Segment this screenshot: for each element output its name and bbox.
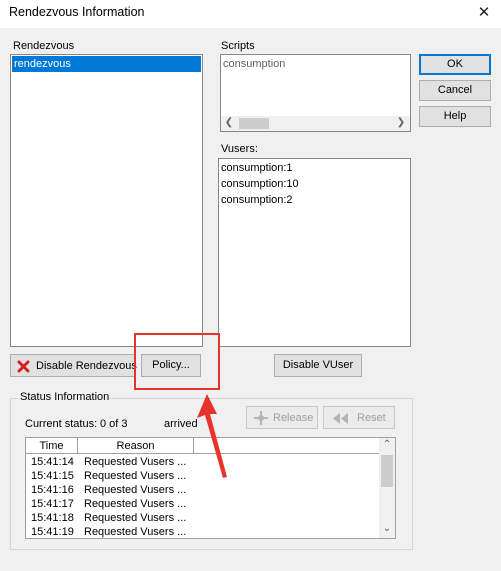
rewind-icon [333,413,348,424]
help-button[interactable]: Help [419,106,491,127]
reason-cell: Requested Vusers ... [84,526,187,538]
vusers-label: Vusers: [221,143,258,155]
red-x-icon [17,360,30,373]
arrived-label: arrived [164,418,198,430]
reason-cell: Requested Vusers ... [84,498,187,510]
vuser-item[interactable]: consumption:2 [219,192,410,208]
cancel-button[interactable]: Cancel [419,80,491,101]
scroll-right-icon[interactable]: ❯ [395,117,407,128]
vuser-item[interactable]: consumption:10 [219,176,410,192]
reset-label: Reset [357,412,386,424]
reason-cell: Requested Vusers ... [84,470,187,482]
time-cell: 15:41:18 [31,512,74,524]
rendezvous-label: Rendezvous [13,40,75,52]
scrollbar-thumb[interactable] [381,455,393,487]
window-title: Rendezvous Information [9,5,145,19]
close-icon[interactable]: ✕ [474,3,494,21]
scroll-left-icon[interactable]: ❮ [223,117,235,128]
release-label: Release [273,412,314,424]
vusers-list[interactable]: consumption:1 consumption:10 consumption… [218,158,411,347]
rendezvous-list[interactable]: rendezvous [10,54,203,347]
annotation-highlight-box [134,333,220,390]
status-vertical-scrollbar[interactable]: ⌃ ⌄ [379,438,395,538]
scripts-list[interactable]: consumption ❮ ❯ [220,54,411,132]
current-status-value: 0 of 3 [100,418,128,430]
reason-cell: Requested Vusers ... [84,512,187,524]
scripts-label: Scripts [221,40,255,52]
time-cell: 15:41:14 [31,456,74,468]
scroll-up-icon[interactable]: ⌃ [381,439,393,450]
disable-rendezvous-button[interactable]: Disable Rendezvous [10,354,137,377]
status-group-label: Status Information [18,391,112,403]
scroll-down-icon[interactable]: ⌄ [381,523,393,534]
disable-rendezvous-label: Disable Rendezvous [36,360,137,372]
vuser-item[interactable]: consumption:1 [219,160,410,176]
scrollbar-thumb[interactable] [239,118,269,129]
column-header-reason[interactable]: Reason [78,438,194,454]
ok-button[interactable]: OK [419,54,491,75]
scripts-horizontal-scrollbar[interactable]: ❮ ❯ [221,116,410,131]
time-cell: 15:41:19 [31,526,74,538]
red-arrow-icon [197,394,227,478]
release-icon [254,411,268,425]
disable-vuser-button[interactable]: Disable VUser [274,354,362,377]
reason-cell: Requested Vusers ... [84,456,187,468]
current-status-label: Current status: [25,418,98,430]
time-cell: 15:41:17 [31,498,74,510]
reset-button[interactable]: Reset [323,406,395,429]
scripts-list-item[interactable]: consumption [221,56,410,72]
time-cell: 15:41:16 [31,484,74,496]
column-header-time[interactable]: Time [26,438,78,454]
rendezvous-list-item[interactable]: rendezvous [12,56,201,72]
reason-cell: Requested Vusers ... [84,484,187,496]
release-button[interactable]: Release [246,406,318,429]
time-cell: 15:41:15 [31,470,74,482]
